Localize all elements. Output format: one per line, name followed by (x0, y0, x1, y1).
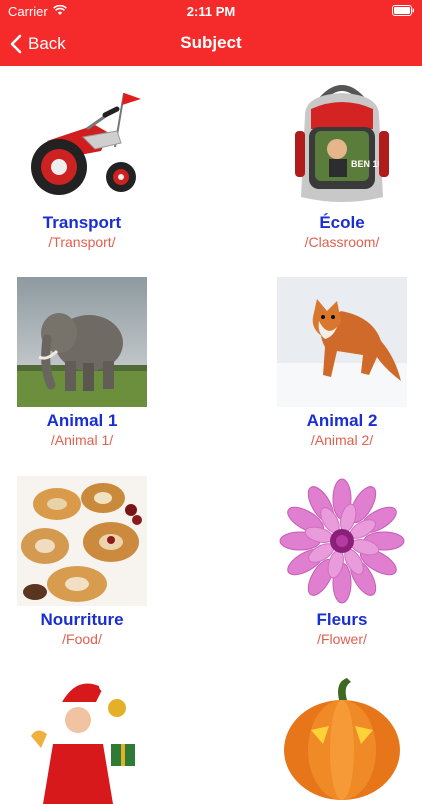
subject-tile-animal-2[interactable]: Animal 2 /Animal 2/ (262, 277, 422, 449)
subject-name: Animal 1 (46, 411, 118, 430)
subject-tile-christmas[interactable] (2, 674, 162, 804)
subject-translation: /Classroom/ (304, 234, 380, 250)
page-title: Subject (180, 33, 242, 52)
pastries-image (17, 476, 147, 606)
subject-tile-ecole[interactable]: BEN 10 École /Classroom/ (262, 79, 422, 251)
subject-translation: /Animal 2/ (310, 432, 374, 448)
subject-tile-fleurs[interactable]: Fleurs /Flower/ (262, 476, 422, 648)
subject-translation: /Animal 1/ (50, 432, 114, 448)
pumpkin-image (277, 674, 407, 804)
subject-translation: /Food/ (62, 631, 102, 647)
subject-name: Fleurs (316, 610, 368, 629)
backpack-image: BEN 10 (277, 79, 407, 209)
subject-tile-animal-1[interactable]: Animal 1 /Animal 1/ (2, 277, 162, 449)
app-header: Carrier 2:11 PM Back Subject (0, 0, 422, 66)
subject-tile-transport[interactable]: Transport /Transport/ (2, 79, 162, 251)
status-time: 2:11 PM (186, 4, 236, 19)
battery-icon (392, 5, 414, 16)
navigation-bar: Back Subject (0, 22, 422, 66)
elephant-image (17, 277, 147, 407)
subject-name: Animal 2 (306, 411, 378, 430)
santa-claus-image (17, 674, 147, 804)
subject-translation: /Flower/ (317, 631, 367, 647)
fox-image (277, 277, 407, 407)
subject-name: Nourriture (40, 610, 124, 629)
flower-image (277, 476, 407, 606)
subject-translation: /Transport/ (48, 234, 116, 250)
subject-tile-halloween[interactable] (262, 674, 422, 804)
subject-tile-nourriture[interactable]: Nourriture /Food/ (2, 476, 162, 648)
subject-name: École (319, 213, 365, 232)
tricycle-image (17, 79, 147, 209)
backpack-badge: BEN 10 (351, 159, 383, 169)
subject-name: Transport (42, 213, 122, 232)
status-bar: Carrier 2:11 PM (0, 0, 422, 22)
